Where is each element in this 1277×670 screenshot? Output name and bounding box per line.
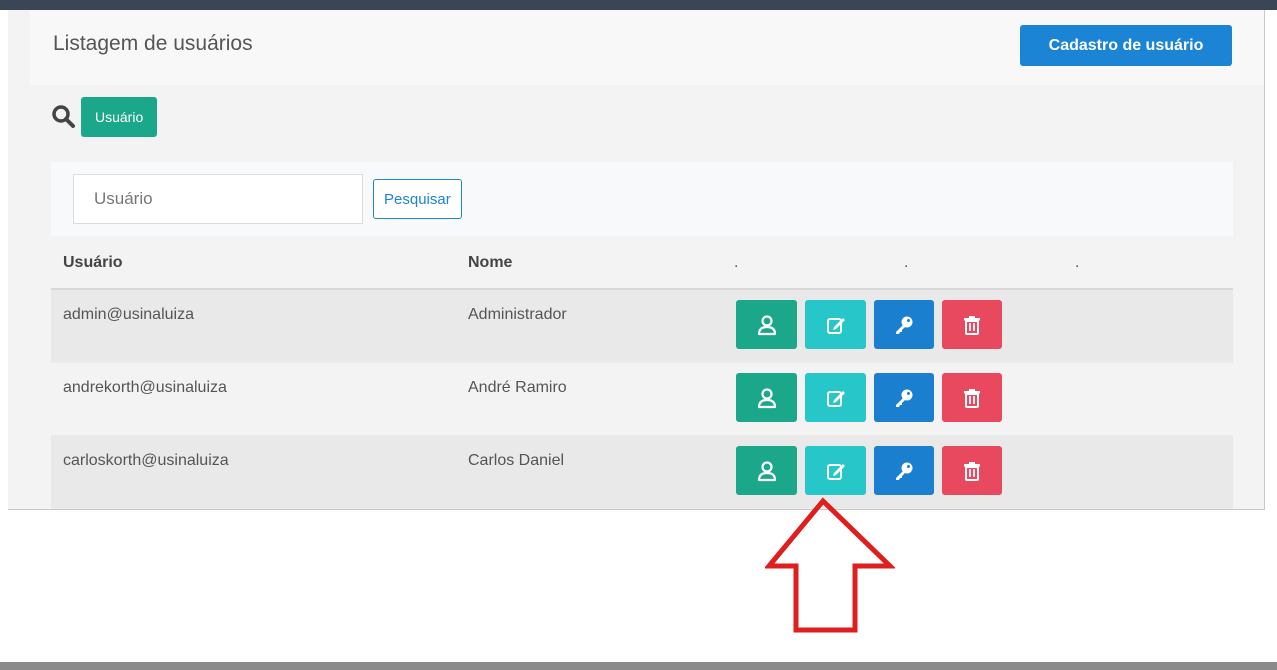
key-icon — [896, 462, 913, 480]
cell-usuario: andrekorth@usinaluiza — [63, 379, 227, 396]
top-border — [0, 0, 1277, 10]
filter-box: Pesquisar — [51, 162, 1233, 236]
search-icon[interactable] — [51, 104, 77, 130]
column-header-usuario: Usuário — [63, 254, 123, 271]
key-icon — [896, 389, 913, 407]
user-icon — [757, 387, 776, 408]
table-row: carloskorth@usinaluiza Carlos Daniel — [51, 436, 1233, 509]
edit-icon — [826, 317, 845, 334]
delete-button[interactable] — [942, 373, 1002, 422]
cell-usuario: admin@usinaluiza — [63, 306, 194, 323]
pesquisar-button[interactable]: Pesquisar — [373, 179, 462, 219]
page-title: Listagem de usuários — [53, 32, 253, 55]
trash-icon — [964, 388, 980, 408]
column-header-action-3: . — [1075, 254, 1080, 271]
view-profile-button[interactable] — [736, 446, 797, 495]
table-row: andrekorth@usinaluiza André Ramiro — [51, 363, 1233, 436]
usuario-filter-badge[interactable]: Usuário — [81, 97, 158, 137]
column-header-action-1: . — [734, 254, 739, 271]
up-arrow-icon — [765, 497, 895, 633]
edit-icon — [826, 463, 845, 480]
key-icon — [896, 316, 913, 334]
table-row: admin@usinaluiza Administrador — [51, 290, 1233, 363]
edit-button[interactable] — [805, 300, 866, 349]
row-actions — [736, 300, 1002, 349]
table-header: Usuário Nome . . . — [51, 240, 1233, 290]
edit-button[interactable] — [805, 373, 866, 422]
usuario-search-input[interactable] — [73, 174, 363, 224]
delete-button[interactable] — [942, 446, 1002, 495]
cell-nome: Administrador — [468, 306, 567, 323]
reset-password-button[interactable] — [874, 446, 934, 495]
reset-password-button[interactable] — [874, 300, 934, 349]
column-header-nome: Nome — [468, 254, 513, 271]
cadastro-usuario-button[interactable]: Cadastro de usuário — [1020, 25, 1232, 66]
search-toggle-row: Usuário — [51, 97, 158, 137]
user-icon — [757, 460, 776, 481]
users-table: Usuário Nome . . . admin@usinaluiza Admi… — [51, 240, 1233, 509]
edit-button[interactable] — [805, 446, 866, 495]
row-actions — [736, 373, 1002, 422]
cell-nome: André Ramiro — [468, 379, 567, 396]
column-header-action-2: . — [904, 254, 909, 271]
panel-header: Listagem de usuários Cadastro de usuário — [30, 10, 1264, 85]
trash-icon — [964, 315, 980, 335]
edit-icon — [826, 390, 845, 407]
trash-icon — [964, 461, 980, 481]
cell-usuario: carloskorth@usinaluiza — [63, 452, 229, 469]
row-actions — [736, 446, 1002, 495]
cell-nome: Carlos Daniel — [468, 452, 565, 469]
view-profile-button[interactable] — [736, 300, 797, 349]
view-profile-button[interactable] — [736, 373, 797, 422]
bottom-border — [0, 662, 1277, 670]
delete-button[interactable] — [942, 300, 1002, 349]
reset-password-button[interactable] — [874, 373, 934, 422]
user-list-panel: Listagem de usuários Cadastro de usuário… — [8, 10, 1265, 510]
user-icon — [757, 314, 776, 335]
